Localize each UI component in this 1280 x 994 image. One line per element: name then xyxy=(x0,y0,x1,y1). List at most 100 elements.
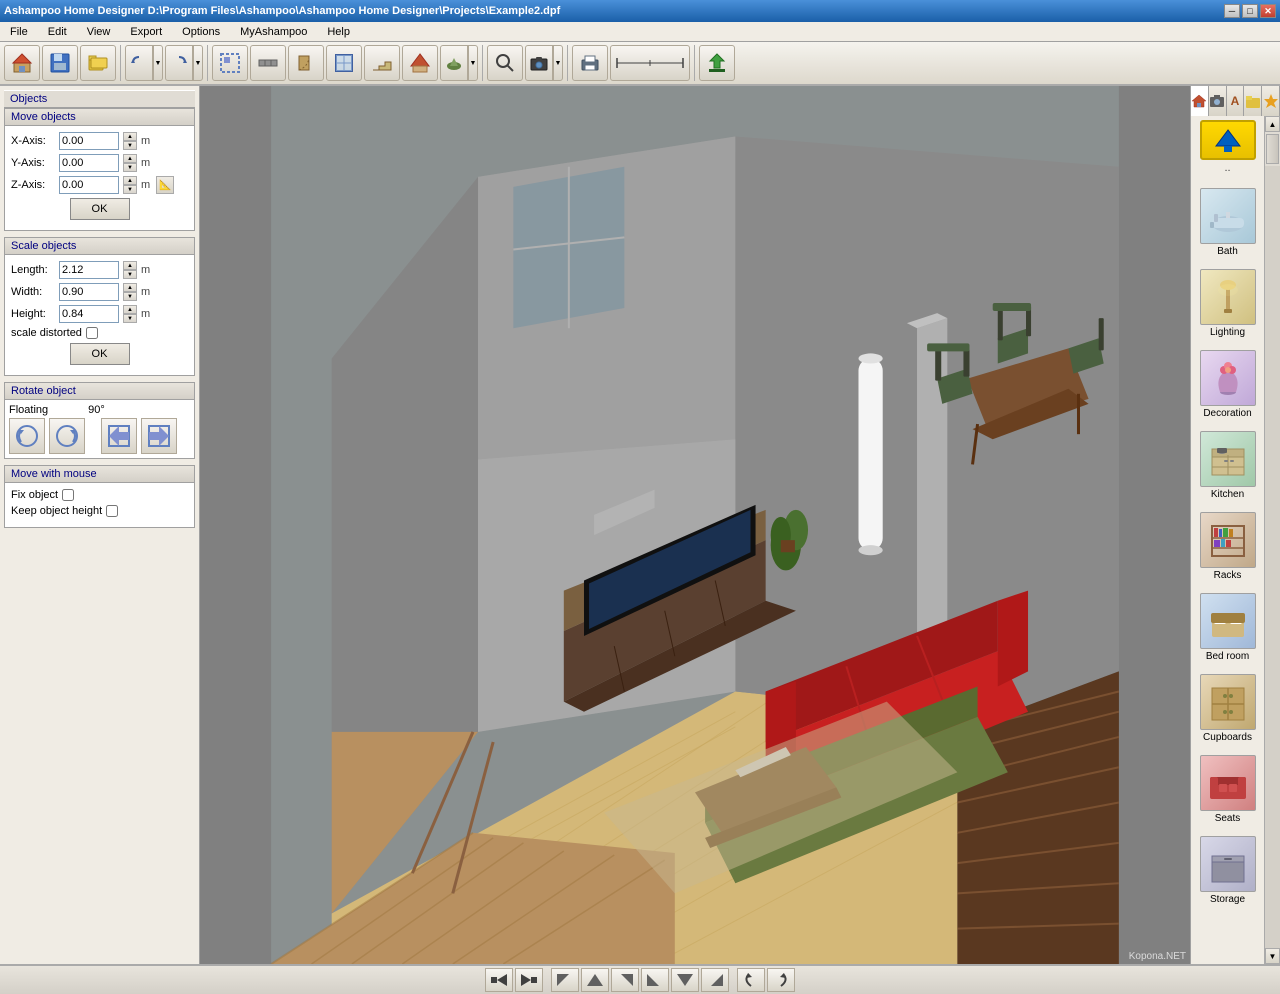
category-racks[interactable]: Racks xyxy=(1193,510,1262,583)
z-axis-down[interactable]: ▼ xyxy=(123,185,137,194)
scroll-up-arrow[interactable]: ▲ xyxy=(1265,116,1280,132)
terrain-btn[interactable] xyxy=(440,45,468,81)
toolbar-door-btn[interactable] xyxy=(288,45,324,81)
nav-ne-btn[interactable] xyxy=(611,968,639,992)
canvas-area[interactable]: Kopona.NET xyxy=(200,86,1190,964)
close-button[interactable]: ✕ xyxy=(1260,4,1276,18)
tab-star[interactable] xyxy=(1262,86,1280,116)
menu-view[interactable]: View xyxy=(81,24,117,40)
nav-se-btn[interactable] xyxy=(701,968,729,992)
width-up[interactable]: ▲ xyxy=(123,283,137,292)
length-down[interactable]: ▼ xyxy=(123,270,137,279)
camera-btn[interactable] xyxy=(525,45,553,81)
rotate-ccw-btn[interactable] xyxy=(9,418,45,454)
camera-arrow[interactable]: ▼ xyxy=(553,45,563,81)
rotate-90cw-btn[interactable] xyxy=(141,418,177,454)
y-axis-down[interactable]: ▼ xyxy=(123,163,137,172)
nav-n-btn[interactable] xyxy=(581,968,609,992)
toolbar-print-btn[interactable] xyxy=(572,45,608,81)
toolbar-select-btn[interactable] xyxy=(212,45,248,81)
height-input[interactable] xyxy=(59,305,119,323)
tab-camera[interactable] xyxy=(1209,86,1227,116)
category-decoration[interactable]: Decoration xyxy=(1193,348,1262,421)
x-axis-down[interactable]: ▼ xyxy=(123,141,137,150)
z-axis-up[interactable]: ▲ xyxy=(123,176,137,185)
undo-btn[interactable] xyxy=(125,45,153,81)
titlebar: Ashampoo Home Designer D:\Program Files\… xyxy=(0,0,1280,22)
category-lighting[interactable]: Lighting xyxy=(1193,267,1262,340)
toolbar-search-btn[interactable] xyxy=(487,45,523,81)
keep-height-checkbox[interactable] xyxy=(106,505,118,517)
category-bath[interactable]: Bath xyxy=(1193,186,1262,259)
scale-distorted-row: scale distorted xyxy=(11,327,188,339)
minimize-button[interactable]: ─ xyxy=(1224,4,1240,18)
menu-myashampoo[interactable]: MyAshampoo xyxy=(234,24,313,40)
toolbar-roof-btn[interactable] xyxy=(402,45,438,81)
tab-text[interactable]: A xyxy=(1227,86,1245,116)
z-axis-input[interactable] xyxy=(59,176,119,194)
width-down[interactable]: ▼ xyxy=(123,292,137,301)
nav-next-btn[interactable] xyxy=(515,968,543,992)
up-nav-button[interactable] xyxy=(1200,120,1256,160)
toolbar-open-btn[interactable] xyxy=(80,45,116,81)
toolbar-home-btn[interactable] xyxy=(4,45,40,81)
menu-edit[interactable]: Edit xyxy=(42,24,73,40)
rotate-90ccw-btn[interactable] xyxy=(101,418,137,454)
width-input[interactable] xyxy=(59,283,119,301)
toolbar-window-btn[interactable] xyxy=(326,45,362,81)
redo-btn[interactable] xyxy=(165,45,193,81)
restore-button[interactable]: □ xyxy=(1242,4,1258,18)
scroll-down-arrow[interactable]: ▼ xyxy=(1265,948,1280,964)
fix-object-label: Fix object xyxy=(11,489,58,501)
rotate-right-btn[interactable] xyxy=(767,968,795,992)
floating-label: Floating xyxy=(9,404,48,416)
toolbar-export-btn[interactable] xyxy=(699,45,735,81)
length-up[interactable]: ▲ xyxy=(123,261,137,270)
move-mouse-content: Fix object Keep object height xyxy=(5,483,194,527)
tab-folder[interactable] xyxy=(1244,86,1262,116)
measure-btn[interactable] xyxy=(610,45,690,81)
move-ok-button[interactable]: OK xyxy=(70,198,130,220)
ninety-label: 90° xyxy=(88,404,105,416)
category-seats[interactable]: Seats xyxy=(1193,753,1262,826)
toolbar-stairs-btn[interactable] xyxy=(364,45,400,81)
menu-options[interactable]: Options xyxy=(176,24,226,40)
right-scrollbar: ▲ ▼ xyxy=(1264,116,1280,964)
rotate-cw-btn[interactable] xyxy=(49,418,85,454)
separator-1 xyxy=(120,45,121,81)
toolbar-wall-btn[interactable] xyxy=(250,45,286,81)
x-axis-up[interactable]: ▲ xyxy=(123,132,137,141)
scale-ok-button[interactable]: OK xyxy=(70,343,130,365)
rotate-left-btn[interactable] xyxy=(737,968,765,992)
terrain-arrow[interactable]: ▼ xyxy=(468,45,478,81)
nav-prev-btn[interactable] xyxy=(485,968,513,992)
category-bedroom[interactable]: Bed room xyxy=(1193,591,1262,664)
category-kitchen[interactable]: Kitchen xyxy=(1193,429,1262,502)
scale-distorted-checkbox[interactable] xyxy=(86,327,98,339)
undo-arrow[interactable]: ▼ xyxy=(153,45,163,81)
scroll-thumb[interactable] xyxy=(1266,134,1279,164)
length-input[interactable] xyxy=(59,261,119,279)
menu-help[interactable]: Help xyxy=(321,24,356,40)
nav-s-btn[interactable] xyxy=(671,968,699,992)
height-up[interactable]: ▲ xyxy=(123,305,137,314)
nav-nw-btn[interactable] xyxy=(551,968,579,992)
y-axis-input[interactable] xyxy=(59,154,119,172)
fix-object-checkbox[interactable] xyxy=(62,489,74,501)
menu-file[interactable]: File xyxy=(4,24,34,40)
z-axis-icon[interactable]: 📐 xyxy=(156,176,174,194)
cupboards-label: Cupboards xyxy=(1203,732,1252,743)
toolbar-save-btn[interactable] xyxy=(42,45,78,81)
y-axis-up[interactable]: ▲ xyxy=(123,154,137,163)
menu-export[interactable]: Export xyxy=(124,24,168,40)
category-storage[interactable]: Storage xyxy=(1193,834,1262,907)
seats-label: Seats xyxy=(1215,813,1241,824)
tab-home[interactable] xyxy=(1191,86,1209,116)
nav-sw-btn[interactable] xyxy=(641,968,669,992)
redo-arrow[interactable]: ▼ xyxy=(193,45,203,81)
lighting-icon xyxy=(1200,269,1256,325)
category-cupboards[interactable]: Cupboards xyxy=(1193,672,1262,745)
height-down[interactable]: ▼ xyxy=(123,314,137,323)
x-axis-input[interactable] xyxy=(59,132,119,150)
kitchen-label: Kitchen xyxy=(1211,489,1244,500)
